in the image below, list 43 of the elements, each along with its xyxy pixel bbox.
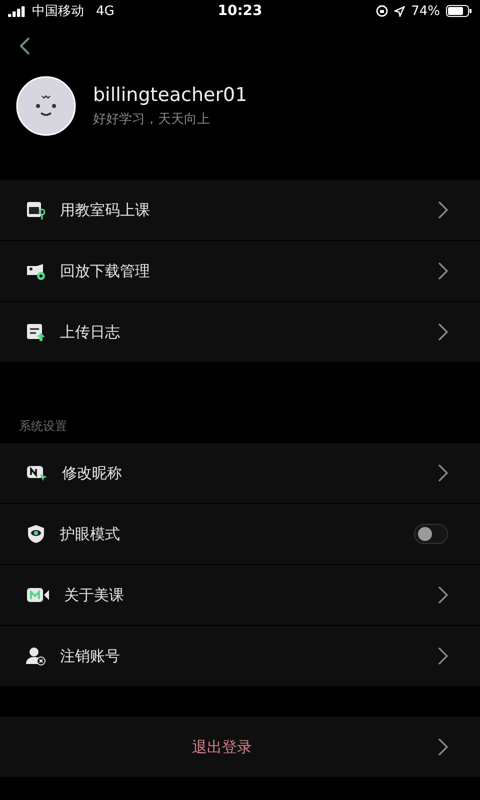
document-upload-icon <box>26 322 46 342</box>
chevron-icon <box>438 586 448 604</box>
menu-item[interactable]: 上传日志 <box>0 301 480 362</box>
chevron-icon <box>438 262 448 280</box>
chevron-icon <box>438 647 448 665</box>
video-camera-icon <box>26 585 50 605</box>
rotation-lock-icon <box>376 5 388 17</box>
network-type: 4G <box>96 4 114 18</box>
calendar-key-icon <box>26 200 46 220</box>
menu-item[interactable]: 用教室码上课 <box>0 180 480 240</box>
menu-item-label: 用教室码上课 <box>60 200 151 220</box>
battery-icon <box>446 5 472 17</box>
menu-item[interactable]: 注销账号 <box>0 625 480 686</box>
chevron-icon <box>438 738 448 756</box>
menu-item[interactable]: 回放下载管理 <box>0 240 480 301</box>
status-time: 10:23 <box>218 3 262 19</box>
menu-item-label: 关于美课 <box>64 586 125 604</box>
avatar-icon <box>16 76 76 136</box>
battery-percent: 74% <box>411 4 440 18</box>
carrier-name: 中国移动 <box>32 3 84 20</box>
user-remove-icon <box>26 646 46 666</box>
shield-eye-icon <box>26 524 46 544</box>
camera-gear-icon <box>26 261 46 281</box>
chevron-icon <box>438 323 448 341</box>
chevron-icon <box>438 201 448 219</box>
menu-item-label: 回放下载管理 <box>60 262 151 280</box>
username: billingteacher01 <box>93 84 248 106</box>
logout-button[interactable]: 退出登录 <box>0 717 480 777</box>
menu-item-label: 注销账号 <box>60 646 121 666</box>
back-icon <box>19 36 31 56</box>
menu-item[interactable]: 修改昵称 <box>0 443 480 503</box>
menu-item[interactable]: 护眼模式 <box>0 503 480 564</box>
signal-icon <box>8 6 26 16</box>
menu-item-label: 修改昵称 <box>62 464 123 482</box>
menu-item[interactable]: 关于美课 <box>0 564 480 625</box>
user-motto: 好好学习，天天向上 <box>93 111 211 128</box>
chevron-icon <box>438 464 448 482</box>
menu-item-label: 上传日志 <box>60 322 121 342</box>
menu-item-label: 护眼模式 <box>60 524 121 544</box>
location-arrow-icon <box>394 6 406 16</box>
toggle-switch[interactable] <box>414 524 448 544</box>
section-title: 系统设置 <box>18 418 68 435</box>
name-tag-icon <box>26 463 48 483</box>
